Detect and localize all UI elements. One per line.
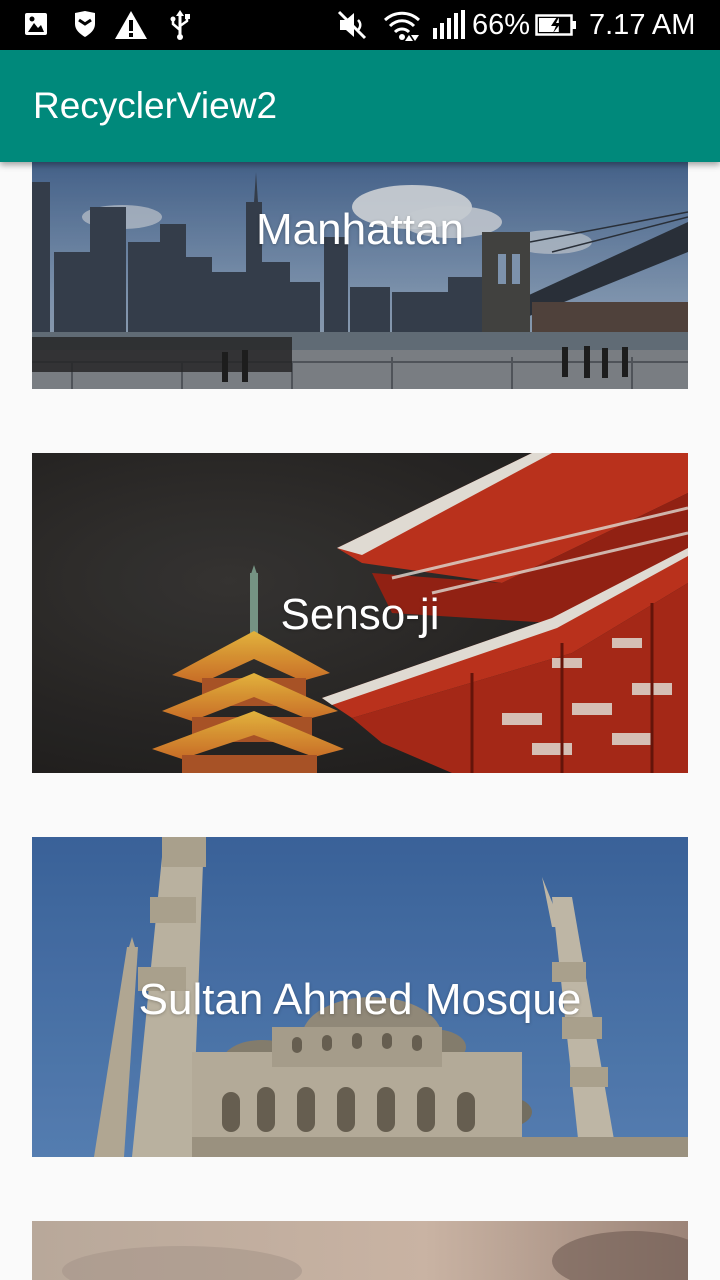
status-bar: 66% 7.17 AM: [0, 0, 720, 50]
image-icon: [24, 10, 48, 40]
wifi-icon: [383, 10, 421, 41]
warning-icon: [114, 10, 148, 40]
list-item-card[interactable]: [32, 1221, 688, 1280]
card-title: Sultan Ahmed Mosque: [138, 975, 582, 1024]
battery-percent: 66%: [472, 9, 531, 41]
list-item-card[interactable]: Sultan Ahmed Mosque: [32, 837, 688, 1157]
card-title: Senso-ji: [280, 590, 440, 639]
shield-icon: [73, 10, 97, 40]
app-title: RecyclerView2: [33, 85, 278, 126]
card-title: Manhattan: [256, 205, 464, 254]
signal-icon: [432, 10, 466, 40]
list-item-card[interactable]: Senso-ji: [32, 453, 688, 773]
clock: 7.17 AM: [589, 9, 696, 41]
list-item-card[interactable]: Manhattan: [32, 162, 688, 389]
usb-icon: [168, 10, 192, 40]
mute-icon: [337, 10, 369, 40]
screen: 66% 7.17 AM RecyclerView2 Manhattan Sens…: [0, 0, 720, 1280]
recycler-list[interactable]: Manhattan Senso-ji Sultan Ahmed Mosque: [0, 162, 720, 1280]
battery-icon: [535, 10, 577, 40]
card-photo: [32, 1221, 688, 1280]
app-bar: RecyclerView2: [0, 50, 720, 162]
manhattan-photo: [32, 162, 688, 389]
